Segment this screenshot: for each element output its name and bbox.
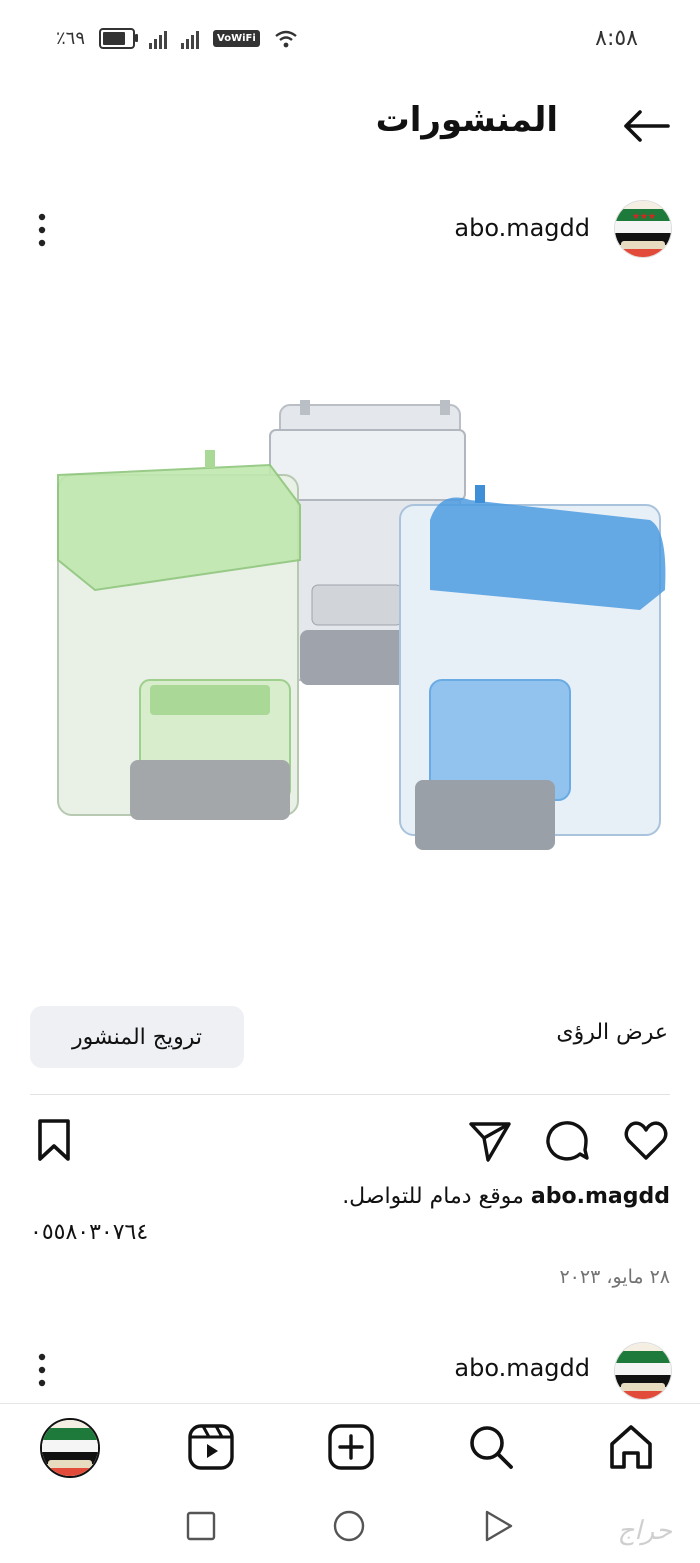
- watermark: حراج: [617, 1516, 672, 1546]
- post-username[interactable]: abo.magdd: [454, 214, 590, 242]
- home-icon[interactable]: [606, 1422, 656, 1472]
- reels-icon[interactable]: [186, 1422, 236, 1472]
- wifi-icon: [275, 30, 297, 47]
- bottom-nav: [0, 1403, 700, 1492]
- top-header: المنشورات: [0, 80, 700, 170]
- battery-icon: [99, 28, 139, 49]
- green-feeder: [57, 450, 301, 820]
- next-post-header: abo.magdd: [0, 1340, 700, 1402]
- battery-percent: ٪٦٩: [56, 28, 86, 49]
- more-options-icon[interactable]: [32, 1352, 52, 1388]
- bird-feeders-photo: [57, 400, 666, 850]
- eid-avatar-image: [42, 1420, 98, 1476]
- divider: [30, 1094, 670, 1095]
- status-icons: ٪٦٩ VoWiFi: [56, 28, 298, 49]
- svg-text:★: ★: [648, 212, 656, 222]
- vowifi-badge: VoWiFi: [213, 30, 260, 47]
- eid-avatar-image: [615, 1343, 671, 1399]
- signal-icon-2: [181, 29, 200, 49]
- eid-avatar-image: ★ ★ ★: [615, 201, 671, 257]
- status-time: ٨:٥٨: [595, 26, 638, 51]
- post-header: abo.magdd ★ ★ ★: [0, 200, 700, 262]
- view-insights-link[interactable]: عرض الرؤى: [556, 1020, 668, 1045]
- caption-text: موقع دمام للتواصل.: [342, 1184, 524, 1209]
- caption-phone: ٠٥٥٨٠٣٠٧٦٤: [30, 1220, 149, 1245]
- post-image[interactable]: [0, 290, 700, 990]
- status-bar: ٪٦٩ VoWiFi ٨:٥٨: [0, 0, 700, 80]
- home-circle-icon[interactable]: [333, 1510, 365, 1542]
- heart-icon[interactable]: [622, 1116, 670, 1164]
- avatar[interactable]: [614, 1342, 672, 1400]
- next-post-username[interactable]: abo.magdd: [454, 1354, 590, 1382]
- post-caption: abo.magdd موقع دمام للتواصل.: [30, 1184, 670, 1209]
- promote-post-button[interactable]: ترويج المنشور: [30, 1006, 244, 1068]
- blue-feeder: [399, 485, 666, 850]
- back-triangle-icon[interactable]: [484, 1509, 514, 1543]
- caption-username[interactable]: abo.magdd: [531, 1184, 670, 1209]
- bookmark-icon[interactable]: [30, 1116, 78, 1164]
- recent-apps-icon[interactable]: [186, 1511, 216, 1541]
- post-date: ٢٨ مايو، ٢٠٢٣: [559, 1266, 670, 1288]
- comment-icon[interactable]: [544, 1116, 592, 1164]
- avatar[interactable]: ★ ★ ★: [614, 200, 672, 258]
- profile-tab-avatar[interactable]: [40, 1418, 100, 1478]
- back-arrow-icon[interactable]: [622, 108, 670, 144]
- search-icon[interactable]: [466, 1422, 516, 1472]
- svg-text:★: ★: [632, 212, 640, 222]
- more-options-icon[interactable]: [32, 212, 52, 248]
- share-icon[interactable]: [466, 1116, 514, 1164]
- system-nav: [0, 1491, 700, 1563]
- signal-icon: [149, 29, 168, 49]
- create-post-icon[interactable]: [326, 1422, 376, 1472]
- svg-text:★: ★: [640, 212, 648, 222]
- page-title: المنشورات: [375, 100, 558, 140]
